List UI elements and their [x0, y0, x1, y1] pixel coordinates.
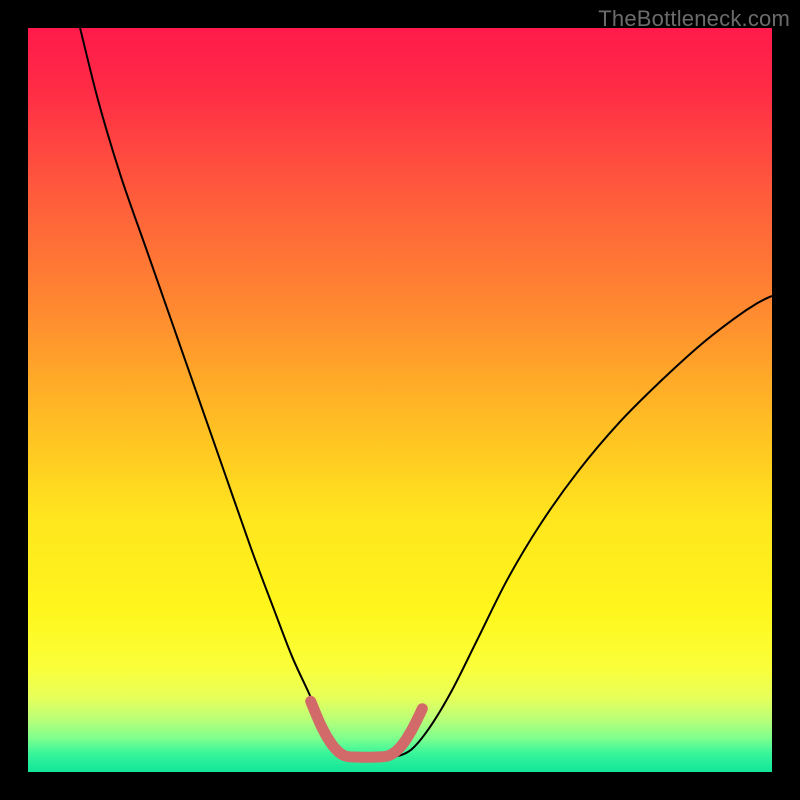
bottleneck-chart	[0, 0, 800, 800]
plot-background	[28, 28, 772, 772]
watermark-text: TheBottleneck.com	[598, 6, 790, 32]
chart-frame: TheBottleneck.com	[0, 0, 800, 800]
